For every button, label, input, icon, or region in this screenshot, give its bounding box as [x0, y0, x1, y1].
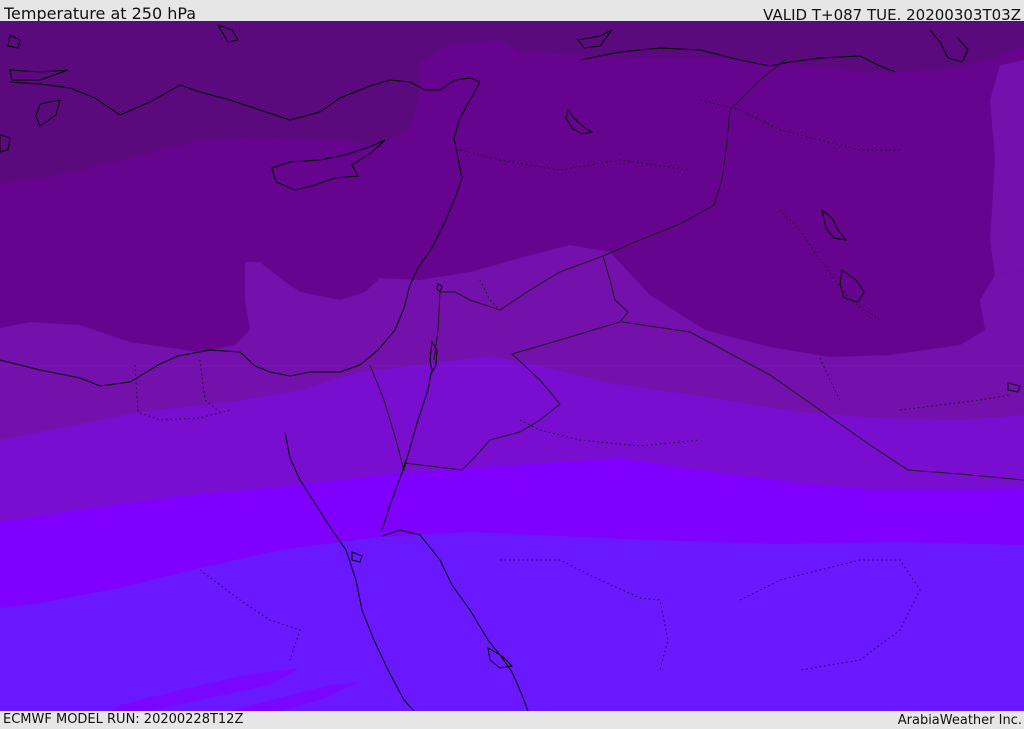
- band-right-warm: [990, 60, 1024, 275]
- model-run-label: ECMWF MODEL RUN: 20200228T12Z: [3, 712, 244, 727]
- temperature-map[interactable]: [0, 21, 1024, 711]
- credit-label: ArabiaWeather Inc.: [897, 713, 1022, 728]
